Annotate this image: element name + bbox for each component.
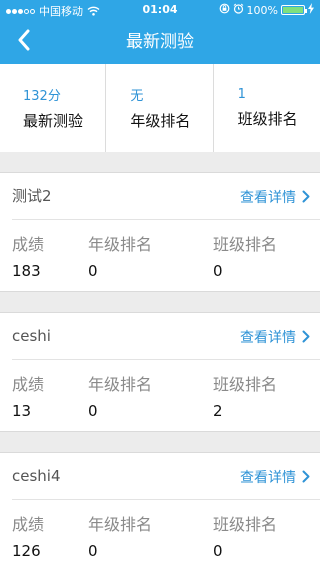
score-value: 126 [12,542,41,560]
score-value: 13 [12,402,32,420]
summary-value: 无 [130,89,144,104]
score-value: 183 [12,262,41,280]
charging-icon [308,3,314,17]
nav-bar: 最新测验 [0,20,320,64]
class-rank-value: 0 [213,542,223,560]
grade-rank-label: 年级排名 [88,375,153,394]
chevron-right-icon [302,190,310,203]
grade-rank-stat: 年级排名 0 [88,511,152,560]
grade-rank-stat: 年级排名 0 [88,371,152,420]
grade-rank-value: 0 [88,262,98,280]
class-rank-stat: 班级排名 0 [213,231,277,280]
battery-percent: 100% [246,3,278,17]
exam-card: ceshi4 查看详情 成绩 126 年级排名 0 班级排名 0 [0,452,320,568]
exam-card: ceshi 查看详情 成绩 13 年级排名 0 班级排名 2 [0,312,320,432]
summary-panel: 132分 最新测验 无 年级排名 1 班级排名 [0,64,320,152]
status-bar: 中国移动 01:04 100% [0,0,320,20]
grade-rank-value: 0 [88,402,98,420]
class-rank-stat: 班级排名 0 [213,511,277,560]
class-rank-label: 班级排名 [213,235,278,254]
view-details-link[interactable]: 查看详情 [240,313,310,360]
score-stat: 成绩 13 [12,371,44,420]
score-label: 成绩 [12,235,45,254]
grade-rank-label: 年级排名 [88,235,153,254]
class-rank-label: 班级排名 [213,375,278,394]
score-stat: 成绩 126 [12,511,44,560]
score-label: 成绩 [12,515,45,534]
view-details-label: 查看详情 [240,469,296,486]
grade-rank-value: 0 [88,542,98,560]
summary-class-rank: 1 班级排名 [214,64,320,152]
exam-card-header: ceshi4 查看详情 [0,453,320,500]
chevron-right-icon [302,330,310,343]
exam-name: ceshi [12,327,51,345]
view-details-label: 查看详情 [240,189,296,206]
status-right: 100% [216,3,314,17]
view-details-link[interactable]: 查看详情 [240,173,310,220]
summary-value: 132分 [23,89,61,104]
class-rank-value: 0 [213,262,223,280]
summary-label: 最新测验 [23,112,84,130]
summary-grade-rank: 无 年级排名 [106,64,214,152]
exam-name: 测试2 [12,187,52,205]
exam-name: ceshi4 [12,467,61,485]
view-details-label: 查看详情 [240,329,296,346]
battery-icon [281,5,307,15]
score-stat: 成绩 183 [12,231,44,280]
summary-value: 1 [237,87,246,102]
exam-card: 测试2 查看详情 成绩 183 年级排名 0 班级排名 0 [0,172,320,292]
summary-latest-score: 132分 最新测验 [0,64,107,152]
class-rank-value: 2 [213,402,223,420]
exam-card-header: 测试2 查看详情 [0,173,320,220]
app-header: 中国移动 01:04 100% 最新测验 [0,0,320,64]
summary-label: 年级排名 [130,112,191,130]
grade-rank-stat: 年级排名 0 [88,231,152,280]
page-title: 最新测验 [126,32,194,52]
exam-card-header: ceshi 查看详情 [0,313,320,360]
chevron-right-icon [302,470,310,483]
score-label: 成绩 [12,375,45,394]
summary-label: 班级排名 [237,110,298,128]
class-rank-stat: 班级排名 2 [213,371,277,420]
rotation-lock-icon [219,3,230,17]
alarm-icon [233,3,244,17]
class-rank-label: 班级排名 [213,515,278,534]
view-details-link[interactable]: 查看详情 [240,453,310,500]
grade-rank-label: 年级排名 [88,515,153,534]
